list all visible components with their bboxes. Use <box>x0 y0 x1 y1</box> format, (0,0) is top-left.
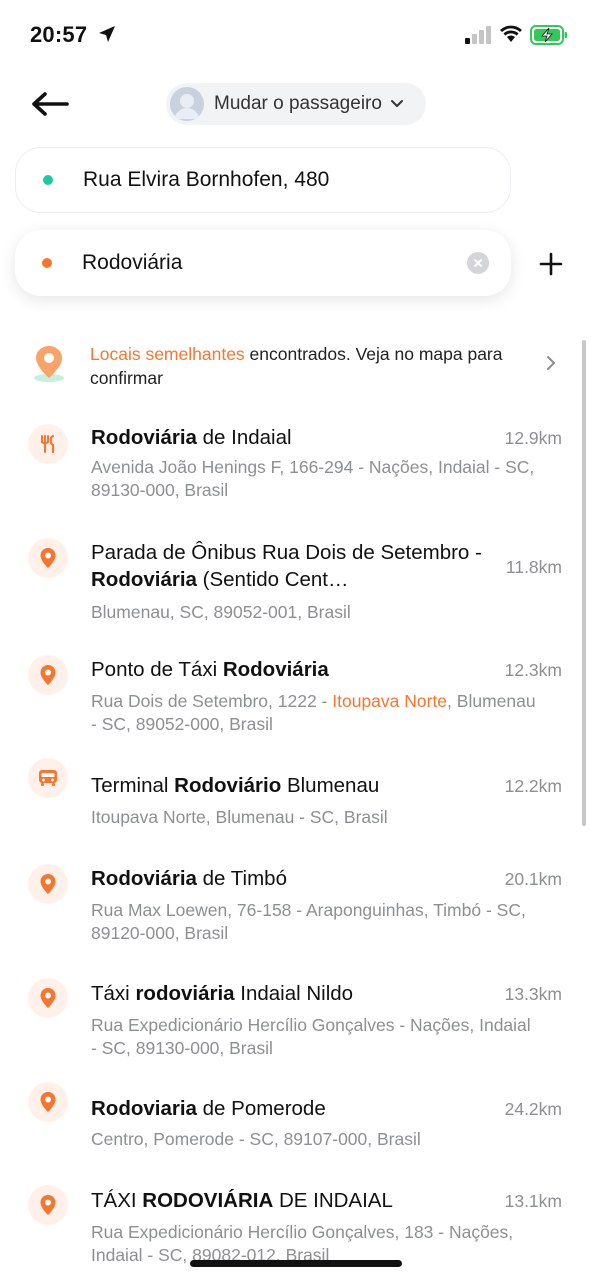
place-title: Parada de Ônibus Rua Dois de Setembro - … <box>91 539 496 593</box>
place-address: Avenida João Henings F, 166-294 - Nações… <box>91 456 541 502</box>
place-address-segment: Itoupava Norte, Blumenau - SC, Brasil <box>91 807 388 827</box>
place-distance: 12.9km <box>504 428 562 448</box>
place-address-segment: Rua Max Loewen, 76-158 - Araponguinhas, … <box>91 900 526 943</box>
place-title-segment: Táxi <box>91 982 136 1005</box>
chevron-right-icon <box>547 356 555 370</box>
status-time: 20:57 <box>30 22 88 47</box>
place-distance: 12.3km <box>504 660 562 680</box>
place-title-segment: rodoviária <box>135 982 235 1005</box>
place-title-segment: Rodoviária <box>91 568 197 591</box>
destination-input[interactable] <box>82 251 442 275</box>
location-pin-icon <box>28 655 68 695</box>
add-stop-button[interactable] <box>536 249 566 279</box>
home-indicator[interactable] <box>190 1260 402 1267</box>
clear-icon[interactable] <box>467 252 489 274</box>
place-title: Rodoviária de Indaial <box>91 424 496 451</box>
place-title-segment: Rodoviária <box>91 426 197 449</box>
place-address: Rua Max Loewen, 76-158 - Araponguinhas, … <box>91 899 541 945</box>
bus-icon <box>28 758 68 798</box>
place-address-segment: Itoupava Norte <box>332 691 448 711</box>
chevron-down-icon <box>390 100 403 107</box>
similar-places-banner[interactable]: Locais semelhantes encontrados. Veja no … <box>0 336 591 394</box>
wifi-icon <box>500 25 522 42</box>
place-address-segment: Rua Dois de Setembro, 1222 - <box>91 691 333 711</box>
place-title-segment: Rodoviário <box>174 774 282 797</box>
place-title-segment: Blumenau <box>281 774 380 797</box>
place-title-segment: Parada de Ônibus Rua Dois de Setembro - <box>91 541 482 564</box>
destination-field[interactable] <box>15 230 511 296</box>
similar-places-text: Locais semelhantes encontrados. Veja no … <box>90 342 530 390</box>
location-pin-icon <box>28 864 68 904</box>
place-address-segment: Rua Expedicionário Hercílio Gonçalves - … <box>91 1015 531 1058</box>
origin-field[interactable] <box>15 147 511 213</box>
place-title: Terminal Rodoviário Blumenau <box>91 772 496 799</box>
plus-icon <box>539 252 563 276</box>
avatar <box>170 87 204 121</box>
location-pin-icon <box>28 978 68 1018</box>
place-address-segment: Centro, Pomerode - SC, 89107-000, Brasil <box>91 1129 421 1149</box>
place-title-segment: Rodoviária <box>222 658 329 681</box>
place-title-segment: RODOVIÁRIA <box>142 1189 274 1212</box>
place-distance: 12.2km <box>504 776 562 796</box>
place-distance: 20.1km <box>504 869 562 889</box>
place-address-segment: Avenida João Henings F, 166-294 - Nações… <box>91 457 535 500</box>
place-title-segment: Rodoviária <box>91 867 197 890</box>
change-passenger-button[interactable]: Mudar o passageiro <box>166 83 426 125</box>
place-title-segment: de Indaial <box>196 426 292 449</box>
destination-dot <box>42 258 52 268</box>
location-arrow-icon <box>99 26 115 42</box>
place-title-segment: Terminal <box>91 774 175 797</box>
arrow-left-icon <box>32 92 69 116</box>
place-address: Rua Expedicionário Hercílio Gonçalves - … <box>91 1014 541 1060</box>
place-title: Rodoviária de Timbó <box>91 865 496 892</box>
location-pin-icon <box>28 1185 68 1225</box>
place-title: Táxi rodoviária Indaial Nildo <box>91 980 496 1007</box>
place-title: Rodoviaria de Pomerode <box>91 1095 496 1122</box>
place-address-segment: Blumenau, SC, 89052-001, Brasil <box>91 602 351 622</box>
place-title-segment: de Pomerode <box>196 1097 326 1120</box>
place-address: Blumenau, SC, 89052-001, Brasil <box>91 601 541 624</box>
change-passenger-label: Mudar o passageiro <box>214 93 382 114</box>
place-address: Centro, Pomerode - SC, 89107-000, Brasil <box>91 1128 541 1151</box>
similar-places-highlight: Locais semelhantes <box>90 344 245 364</box>
status-bar: 20:57 <box>0 0 591 70</box>
place-distance: 24.2km <box>504 1099 562 1119</box>
scrollbar[interactable] <box>582 340 586 826</box>
place-address-segment: Rua Expedicionário Hercílio Gonçalves, 1… <box>91 1222 514 1265</box>
place-distance: 13.3km <box>504 984 562 1004</box>
map-pin-icon <box>34 346 64 382</box>
place-address: Rua Dois de Setembro, 1222 - Itoupava No… <box>91 690 541 736</box>
place-title-segment: Ponto de Táxi <box>91 658 223 681</box>
location-pin-icon <box>28 1082 68 1122</box>
place-title-segment: (Sentido Cent… <box>196 568 349 591</box>
location-pin-icon <box>28 538 68 578</box>
place-title: TÁXI RODOVIÁRIA DE INDAIAL <box>91 1187 496 1214</box>
signal-icon <box>465 26 491 44</box>
place-address: Itoupava Norte, Blumenau - SC, Brasil <box>91 806 541 829</box>
battery-charging-icon <box>530 25 567 45</box>
place-distance: 11.8km <box>505 557 562 577</box>
place-title-segment: TÁXI <box>91 1189 143 1212</box>
place-title: Ponto de Táxi Rodoviária <box>91 656 496 683</box>
origin-input[interactable] <box>83 168 443 192</box>
place-distance: 13.1km <box>504 1191 562 1211</box>
place-title-segment: Indaial Nildo <box>234 982 354 1005</box>
place-title-segment: DE INDAIAL <box>273 1189 393 1212</box>
back-button[interactable] <box>30 86 70 122</box>
place-title-segment: Rodoviaria <box>91 1097 197 1120</box>
restaurant-icon <box>28 424 68 464</box>
place-title-segment: de Timbó <box>196 867 287 890</box>
origin-dot <box>43 175 53 185</box>
